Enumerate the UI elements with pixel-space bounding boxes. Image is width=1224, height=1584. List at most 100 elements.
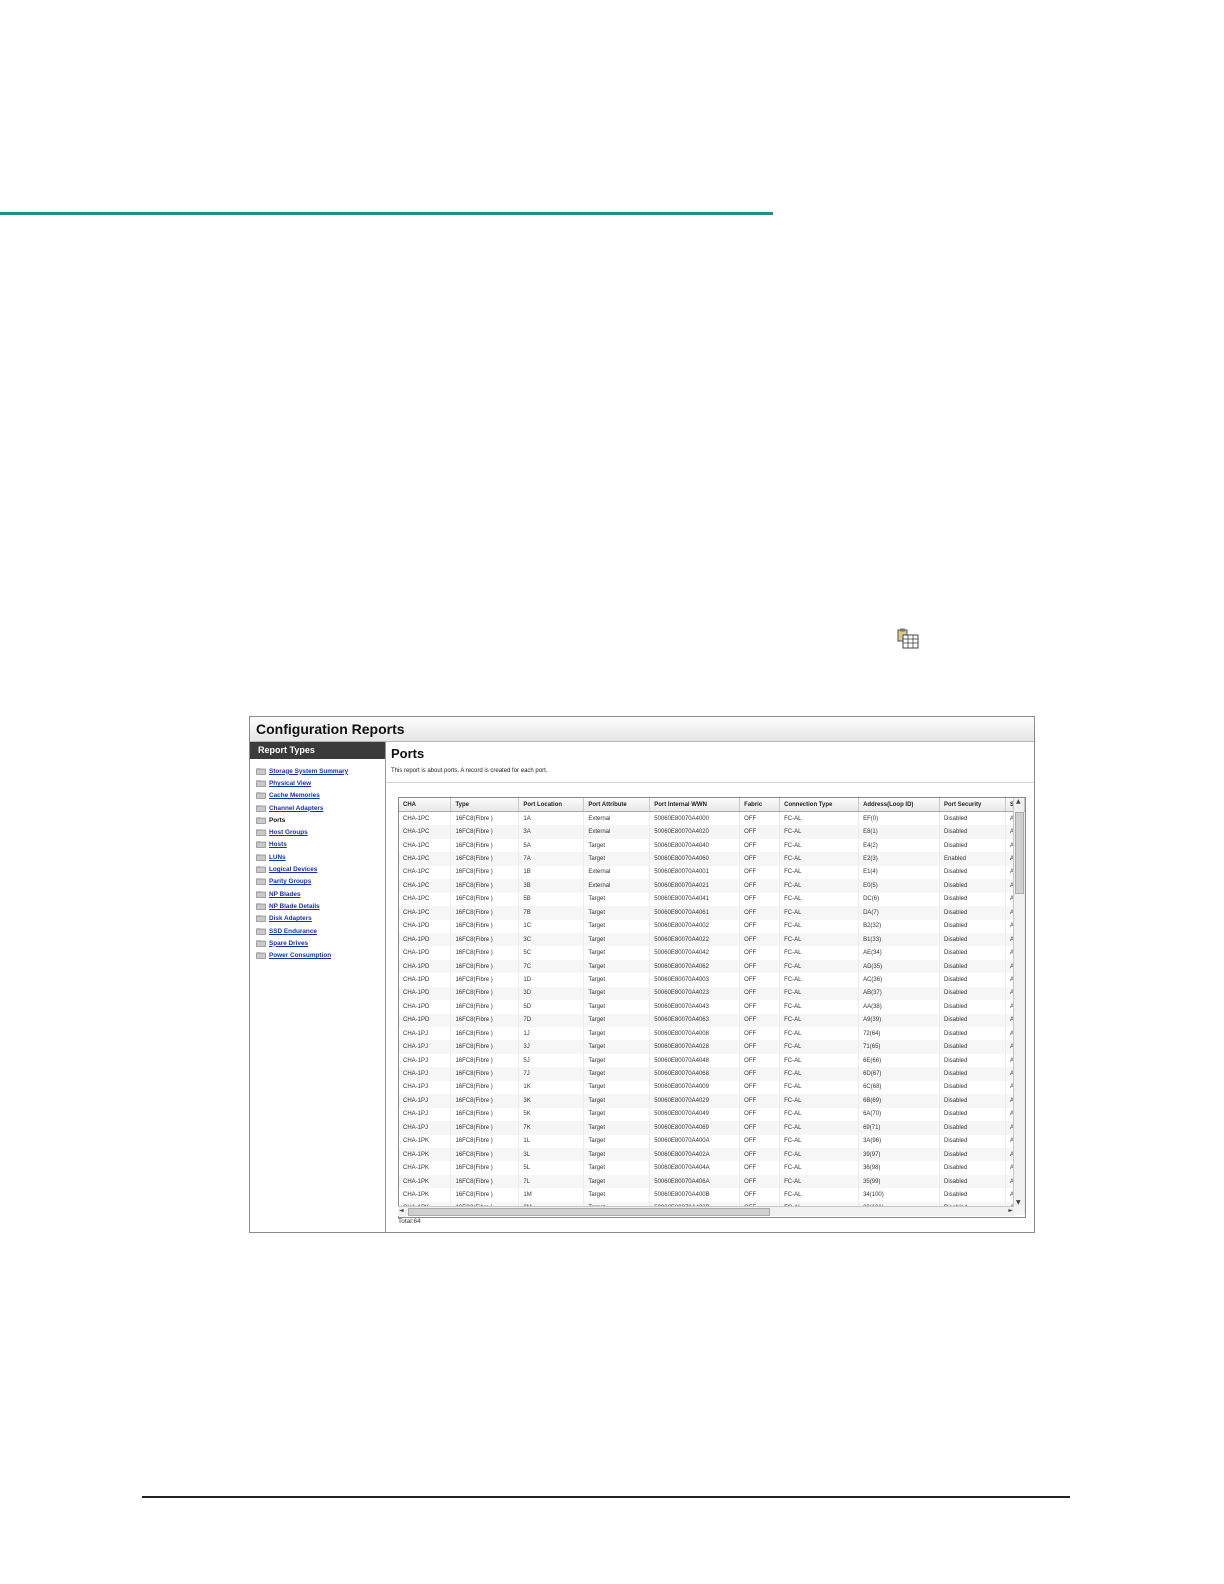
sidebar-item[interactable]: Parity Groups: [256, 876, 385, 888]
sidebar-item-label[interactable]: SSD Endurance: [269, 928, 317, 935]
table-cell: Disabled: [939, 1067, 1006, 1081]
table-row[interactable]: CHA-1PJ 16FC8(Fibre ) 3K Target 50060E80070A…: [399, 1094, 1025, 1108]
table-row[interactable]: CHA-1PJ 16FC8(Fibre ) 1J Target 50060E80070A…: [399, 1027, 1025, 1041]
table-row[interactable]: CHA-1PD 16FC8(Fibre ) 3C Target 50060E80070A…: [399, 932, 1025, 947]
table-row[interactable]: CHA-1PD 16FC8(Fibre ) 5D Target 50060E80070A…: [399, 1000, 1025, 1014]
table-cell: OFF: [739, 852, 781, 866]
scroll-left-icon[interactable]: ◄: [399, 1207, 404, 1214]
sidebar-item-label[interactable]: Disk Adapters: [269, 915, 312, 922]
sidebar-item-label[interactable]: Host Groups: [269, 829, 308, 836]
table-row[interactable]: CHA-1PC 16FC8(Fibre ) 1B External 50060E8007…: [399, 865, 1025, 880]
table-row[interactable]: CHA-1PD 16FC8(Fibre ) 1D Target 50060E80070A…: [399, 973, 1025, 987]
table-row[interactable]: CHA-1PD 16FC8(Fibre ) 7C Target 50060E80070A…: [399, 959, 1025, 974]
table-row[interactable]: CHA-1PD 16FC8(Fibre ) 5C Target 50060E80070A…: [399, 946, 1025, 960]
table-cell: FC-AL: [779, 1013, 860, 1027]
table-row[interactable]: CHA-1PK 16FC8(Fibre ) 1M Target 50060E80070A…: [399, 1188, 1025, 1202]
sidebar-item[interactable]: Logical Devices: [256, 863, 385, 875]
table-row[interactable]: CHA-1PC 16FC8(Fibre ) 3B External 50060E8007…: [399, 879, 1025, 893]
sidebar-item-label[interactable]: Parity Groups: [269, 878, 311, 885]
table-cell: CHA-1PK: [399, 1188, 452, 1202]
folder-icon: [256, 817, 266, 824]
table-row[interactable]: CHA-1PC 16FC8(Fibre ) 7A Target 50060E80070A…: [399, 852, 1025, 866]
sidebar-item-label[interactable]: Hosts: [269, 841, 287, 848]
table-cell: E1(4): [858, 865, 940, 880]
sidebar-item[interactable]: NP Blade Details: [256, 900, 385, 912]
column-header[interactable]: Connection Type: [779, 798, 860, 812]
sidebar-item[interactable]: LUNs: [256, 851, 385, 863]
scroll-up-icon[interactable]: ▲: [1016, 798, 1021, 805]
vertical-scrollbar[interactable]: ▲ ▼: [1013, 798, 1024, 1206]
table-row[interactable]: CHA-1PC 16FC8(Fibre ) 5B Target 50060E80070A…: [399, 892, 1025, 907]
sidebar-item[interactable]: Cache Memories: [256, 790, 385, 802]
sidebar-item[interactable]: Hosts: [256, 839, 385, 851]
sidebar-item-label[interactable]: LUNs: [269, 854, 286, 861]
sidebar-item[interactable]: Ports: [256, 814, 385, 826]
table-cell: 16FC8(Fibre ): [450, 852, 520, 866]
table-cell: Target: [583, 1121, 651, 1135]
sidebar-item[interactable]: Storage System Summary: [256, 765, 385, 777]
table-row[interactable]: CHA-1PJ 16FC8(Fibre ) 7J Target 50060E80070A…: [399, 1067, 1025, 1081]
table-row[interactable]: CHA-1PJ 16FC8(Fibre ) 7K Target 50060E80070A…: [399, 1121, 1025, 1135]
column-header[interactable]: Address(Loop ID): [858, 798, 940, 812]
table-cell: 50060E80070A4022: [649, 932, 741, 947]
sidebar-item-label[interactable]: NP Blade Details: [269, 903, 320, 910]
sidebar-item-label[interactable]: Cache Memories: [269, 792, 320, 799]
table-row[interactable]: CHA-1PC 16FC8(Fibre ) 1A External 50060E8007…: [399, 811, 1025, 826]
sidebar-item-label[interactable]: Channel Adapters: [269, 805, 323, 812]
column-header[interactable]: Port Security: [939, 798, 1006, 812]
sidebar-item-label[interactable]: Storage System Summary: [269, 768, 348, 775]
column-header[interactable]: Type: [450, 798, 520, 812]
table-row[interactable]: CHA-1PJ 16FC8(Fibre ) 3J Target 50060E80070A…: [399, 1040, 1025, 1054]
table-row[interactable]: CHA-1PK 16FC8(Fibre ) 3L Target 50060E80070A…: [399, 1147, 1025, 1162]
sidebar-item[interactable]: Host Groups: [256, 826, 385, 838]
table-cell: 1K: [518, 1080, 585, 1095]
sidebar-item[interactable]: Channel Adapters: [256, 802, 385, 814]
table-cell: 5A: [518, 838, 585, 853]
column-header[interactable]: Port Internal WWN: [649, 798, 741, 812]
table-cell: FC-AL: [779, 932, 860, 947]
column-header[interactable]: Fabric: [739, 798, 781, 812]
table-cell: FC-AL: [779, 852, 860, 866]
table-row[interactable]: CHA-1PC 16FC8(Fibre ) 5A Target 50060E80070A…: [399, 838, 1025, 853]
table-cell: 16FC8(Fibre ): [450, 1027, 520, 1041]
table-row[interactable]: CHA-1PC 16FC8(Fibre ) 7B Target 50060E80070A…: [399, 906, 1025, 920]
table-row[interactable]: CHA-1PK 16FC8(Fibre ) 1L Target 50060E80070A…: [399, 1134, 1025, 1148]
table-cell: 5B: [518, 892, 585, 907]
sidebar-item-label[interactable]: Power Consumption: [269, 952, 331, 959]
column-header[interactable]: Port Location: [518, 798, 585, 812]
table-row[interactable]: CHA-1PC 16FC8(Fibre ) 3A External 50060E8007…: [399, 825, 1025, 839]
report-panel: Ports This report is about ports. A reco…: [386, 742, 1034, 1232]
horizontal-scrollbar[interactable]: ◄ ►: [398, 1206, 1014, 1216]
sidebar-item[interactable]: Disk Adapters: [256, 913, 385, 925]
table-cell: FC-AL: [779, 1053, 860, 1068]
table-cell: OFF: [739, 1040, 781, 1054]
divider: [386, 782, 1034, 783]
table-cell: OFF: [739, 865, 781, 880]
sidebar-item-label[interactable]: Physical View: [269, 780, 311, 787]
sidebar-item[interactable]: Spare Drives: [256, 937, 385, 949]
table-row[interactable]: CHA-1PK 16FC8(Fibre ) 5L Target 50060E80070A…: [399, 1161, 1025, 1175]
sidebar-item[interactable]: Physical View: [256, 777, 385, 789]
sidebar-item[interactable]: Power Consumption: [256, 949, 385, 961]
table-row[interactable]: CHA-1PD 16FC8(Fibre ) 1C Target 50060E80070A…: [399, 919, 1025, 933]
sidebar-item[interactable]: SSD Endurance: [256, 925, 385, 937]
table-cell: OFF: [739, 879, 781, 893]
column-header[interactable]: CHA: [399, 798, 452, 812]
sidebar-item-label[interactable]: NP Blades: [269, 891, 301, 898]
table-row[interactable]: CHA-1PD 16FC8(Fibre ) 3D Target 50060E80070A…: [399, 986, 1025, 1001]
folder-icon: [256, 878, 266, 886]
table-row[interactable]: CHA-1PK 16FC8(Fibre ) 7L Target 50060E80070A…: [399, 1174, 1025, 1189]
sidebar-item[interactable]: NP Blades: [256, 888, 385, 900]
table-row[interactable]: CHA-1PJ 16FC8(Fibre ) 5K Target 50060E80070A…: [399, 1107, 1025, 1122]
sidebar-item-label[interactable]: Spare Drives: [269, 940, 308, 947]
vertical-scroll-thumb[interactable]: [1015, 812, 1024, 894]
table-row[interactable]: CHA-1PJ 16FC8(Fibre ) 1K Target 50060E80070A…: [399, 1080, 1025, 1095]
table-cell: CHA-1PC: [399, 865, 452, 880]
sidebar-item-label[interactable]: Logical Devices: [269, 866, 317, 873]
column-header[interactable]: Port Attribute: [583, 798, 651, 812]
scroll-right-icon[interactable]: ►: [1008, 1207, 1013, 1214]
scroll-down-icon[interactable]: ▼: [1016, 1199, 1021, 1206]
horizontal-scroll-thumb[interactable]: [408, 1208, 770, 1216]
table-row[interactable]: CHA-1PD 16FC8(Fibre ) 7D Target 50060E80070A…: [399, 1013, 1025, 1027]
table-row[interactable]: CHA-1PJ 16FC8(Fibre ) 5J Target 50060E80070A…: [399, 1053, 1025, 1068]
